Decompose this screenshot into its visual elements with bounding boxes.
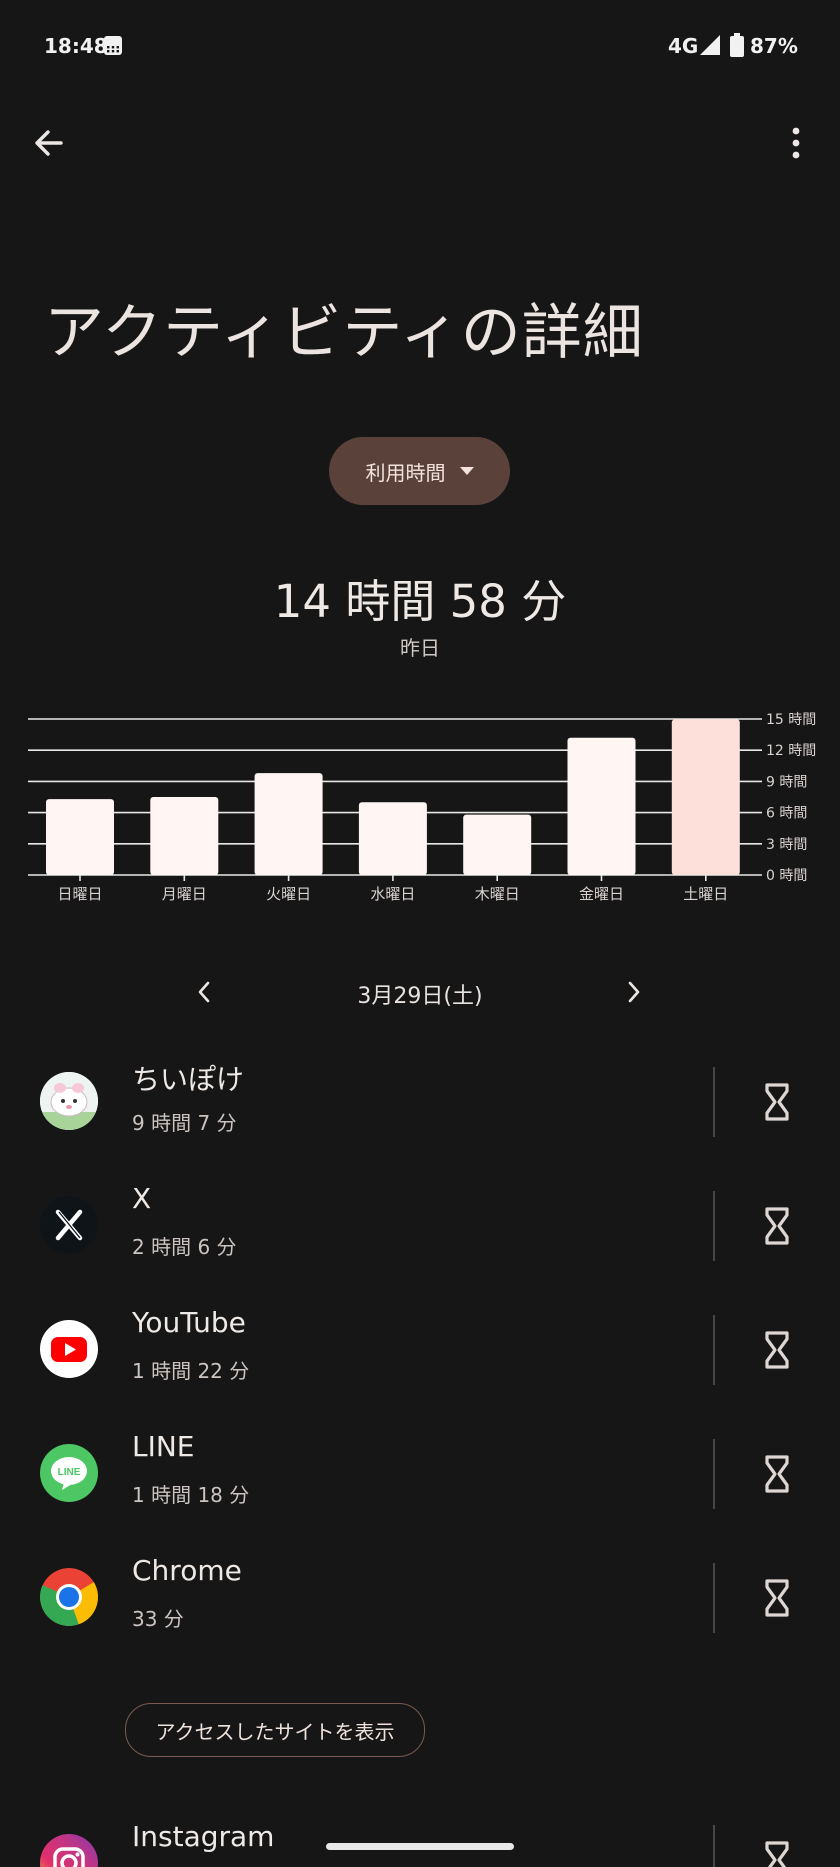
app-timer-button[interactable] bbox=[752, 1449, 802, 1499]
battery-percent: 87% bbox=[750, 34, 798, 58]
metric-dropdown-label: 利用時間 bbox=[365, 460, 446, 485]
hourglass-icon bbox=[765, 1083, 789, 1121]
hourglass-icon bbox=[765, 1579, 789, 1617]
chart-bar[interactable] bbox=[254, 773, 323, 875]
total-usage-caption: 昨日 bbox=[400, 636, 440, 660]
network-type: 4G bbox=[668, 34, 699, 58]
status-bar: 18:48 4G 87% bbox=[0, 0, 840, 92]
hourglass-icon bbox=[765, 1331, 789, 1369]
line-badge-text: LINE bbox=[58, 1467, 81, 1478]
chart-y-tick-label: 15 時間 bbox=[766, 712, 816, 728]
row-divider bbox=[713, 1563, 715, 1633]
chart-x-label: 火曜日 bbox=[266, 885, 311, 903]
app-timer-button[interactable] bbox=[752, 1077, 802, 1127]
app-usage-time: 33 分 bbox=[132, 1607, 184, 1631]
signal-icon bbox=[700, 35, 720, 55]
chart-x-label: 日曜日 bbox=[57, 885, 102, 903]
status-time: 18:48 bbox=[44, 34, 108, 58]
chart-bar[interactable] bbox=[358, 802, 427, 875]
selected-date: 3月29日(土) bbox=[357, 984, 483, 1009]
view-visited-sites-button[interactable]: アクセスしたサイトを表示 bbox=[125, 1703, 425, 1757]
app-timer-button[interactable] bbox=[752, 1573, 802, 1623]
app-row-chrome[interactable]: Chrome 33 分 bbox=[0, 1534, 840, 1658]
app-timer-button[interactable] bbox=[752, 1325, 802, 1375]
row-divider bbox=[713, 1825, 715, 1867]
app-name: Chrome bbox=[132, 1554, 242, 1587]
chart-y-tick-label: 12 時間 bbox=[766, 743, 816, 759]
previous-day-button[interactable] bbox=[188, 972, 220, 1012]
app-timer-button[interactable] bbox=[752, 1201, 802, 1251]
chart-x-label: 水曜日 bbox=[370, 885, 415, 903]
battery-icon bbox=[730, 33, 744, 57]
app-usage-time: 2 時間 6 分 bbox=[132, 1235, 237, 1259]
instagram-icon bbox=[40, 1834, 98, 1867]
sim-card-icon bbox=[104, 36, 122, 55]
chart-bar[interactable] bbox=[463, 814, 532, 875]
app-timer-button[interactable] bbox=[752, 1835, 802, 1867]
next-day-button[interactable] bbox=[618, 972, 650, 1012]
x-icon bbox=[40, 1196, 98, 1254]
app-usage-time: 1 時間 18 分 bbox=[132, 1483, 250, 1507]
chart-y-tick-label: 9 時間 bbox=[766, 774, 807, 790]
app-row-youtube[interactable]: YouTube 1 時間 22 分 bbox=[0, 1286, 840, 1410]
row-divider bbox=[713, 1191, 715, 1261]
more-vert-icon bbox=[792, 127, 800, 159]
hourglass-icon bbox=[765, 1841, 789, 1867]
app-row-instagram[interactable]: Instagram bbox=[0, 1810, 840, 1867]
chevron-right-icon bbox=[628, 981, 640, 1003]
chart-y-tick-label: 0 時間 bbox=[766, 868, 807, 884]
page-title: アクティビティの詳細 bbox=[44, 298, 644, 368]
app-row-chiipoke[interactable]: ちいぽけ 9 時間 7 分 bbox=[0, 1038, 840, 1162]
chart-bar[interactable] bbox=[567, 737, 636, 875]
youtube-icon bbox=[40, 1320, 98, 1378]
app-row-x[interactable]: X 2 時間 6 分 bbox=[0, 1162, 840, 1286]
app-name: YouTube bbox=[132, 1306, 246, 1339]
gesture-navigation-bar[interactable] bbox=[326, 1843, 514, 1850]
chrome-icon bbox=[40, 1568, 98, 1626]
app-row-line[interactable]: LINE LINE 1 時間 18 分 bbox=[0, 1410, 840, 1534]
chart-y-tick-label: 6 時間 bbox=[766, 806, 807, 822]
hourglass-icon bbox=[765, 1207, 789, 1245]
app-usage-time: 1 時間 22 分 bbox=[132, 1359, 250, 1383]
app-name: Instagram bbox=[132, 1820, 275, 1853]
chart-x-label: 月曜日 bbox=[162, 885, 207, 903]
chart-x-label: 土曜日 bbox=[683, 885, 728, 903]
app-name: ちいぽけ bbox=[132, 1063, 245, 1096]
more-options-button[interactable] bbox=[776, 120, 816, 166]
usage-bar-chart: 0 時間 3 時間 6 時間 9 時間 12 時間 15 時間日曜日 月曜日 火曜日 水曜日 木曜… bbox=[28, 712, 816, 903]
app-name: LINE bbox=[132, 1430, 195, 1463]
chevron-left-icon bbox=[198, 981, 210, 1003]
chart-x-label: 木曜日 bbox=[475, 885, 520, 903]
app-name: X bbox=[132, 1182, 152, 1215]
chart-x-label: 金曜日 bbox=[579, 885, 624, 903]
chart-y-tick-label: 3 時間 bbox=[766, 837, 807, 853]
chart-bar[interactable] bbox=[150, 797, 219, 875]
hourglass-icon bbox=[765, 1455, 789, 1493]
row-divider bbox=[713, 1439, 715, 1509]
total-usage: 14 時間 58 分 bbox=[273, 575, 567, 628]
back-button[interactable] bbox=[26, 120, 72, 166]
line-icon: LINE bbox=[40, 1444, 98, 1502]
row-divider bbox=[713, 1067, 715, 1137]
chart-bar[interactable] bbox=[671, 719, 740, 875]
chart-bar[interactable] bbox=[46, 799, 114, 875]
chiipoke-icon bbox=[40, 1072, 98, 1130]
arrow-back-icon bbox=[35, 130, 63, 156]
row-divider bbox=[713, 1315, 715, 1385]
app-usage-time: 9 時間 7 分 bbox=[132, 1111, 237, 1135]
metric-dropdown[interactable]: 利用時間 bbox=[329, 437, 510, 505]
arrow-drop-down-icon bbox=[459, 467, 474, 475]
